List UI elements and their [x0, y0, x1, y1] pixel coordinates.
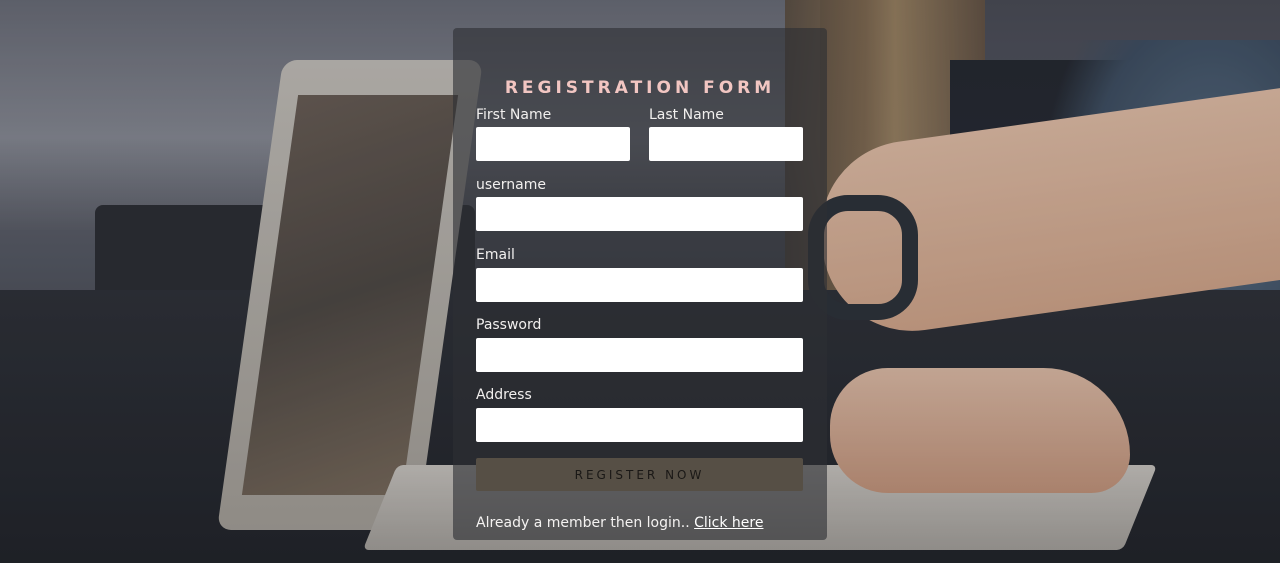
first-name-label: First Name: [476, 107, 552, 123]
first-name-input[interactable]: [476, 127, 630, 161]
last-name-label: Last Name: [649, 107, 724, 123]
password-label: Password: [476, 317, 542, 333]
username-label: username: [476, 177, 546, 193]
login-link[interactable]: Click here: [694, 515, 763, 531]
address-label: Address: [476, 387, 532, 403]
email-label: Email: [476, 247, 515, 263]
address-input[interactable]: [476, 408, 803, 442]
password-input[interactable]: [476, 338, 803, 372]
login-prompt-text: Already a member then login..: [476, 515, 695, 531]
login-prompt: Already a member then login.. Click here: [476, 514, 763, 532]
username-input[interactable]: [476, 197, 803, 231]
register-button[interactable]: REGISTER NOW: [476, 458, 803, 491]
email-input[interactable]: [476, 268, 803, 302]
form-title: REGISTRATION FORM: [504, 78, 776, 98]
last-name-input[interactable]: [649, 127, 803, 161]
